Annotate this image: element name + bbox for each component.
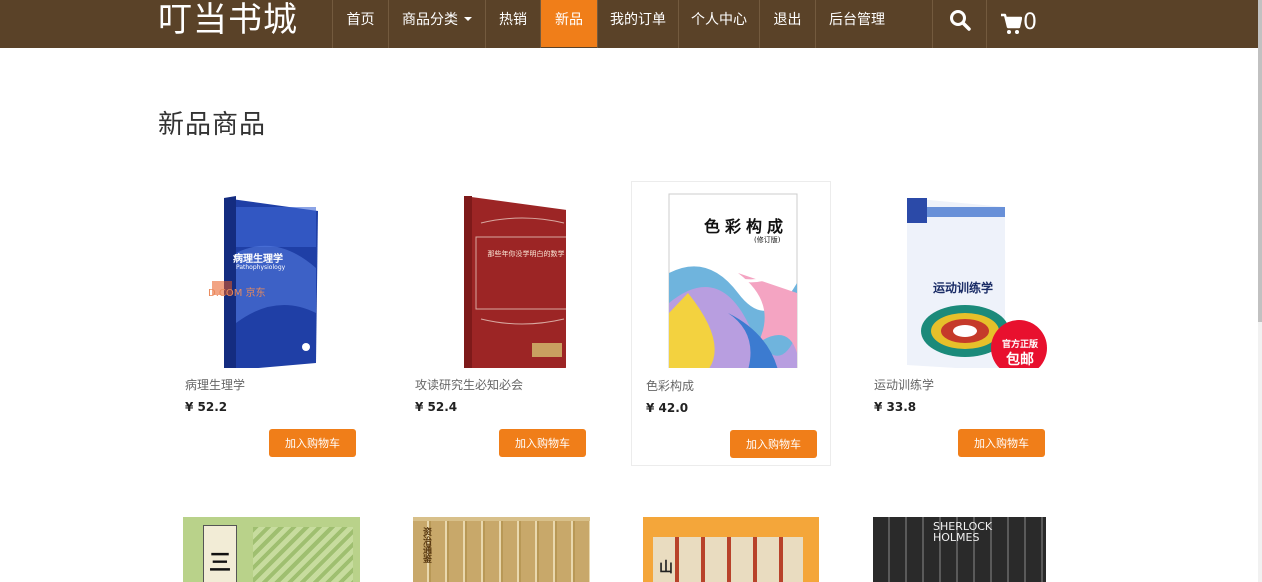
nav-my-orders[interactable]: 我的订单 [598,0,678,48]
nav-new-label: 新品 [555,12,583,28]
product-image[interactable]: 病理生理学 Pathophysiology D.COM 京东 [206,193,336,368]
add-to-cart-button[interactable]: 加入购物车 [730,430,817,458]
nav-hot[interactable]: 热销 [486,0,540,48]
product-image[interactable]: 三 [183,517,360,582]
cover-title: SHERLOCK HOLMES [933,520,993,544]
product-price: ¥ 52.4 [415,400,458,414]
nav-divider [932,0,933,48]
search-icon[interactable] [948,8,972,32]
product-image[interactable]: 那些年你没学明白的数学 [436,193,566,368]
product-image[interactable]: 山 [643,517,819,582]
product-price: ¥ 42.0 [646,401,689,415]
product-name[interactable]: 运动训练学 [874,376,934,393]
nav-categories-label: 商品分类 [402,12,458,28]
nav-categories-dropdown[interactable]: 商品分类 [389,0,485,48]
brand-logo[interactable]: 叮当书城 [158,0,298,40]
nav-admin-label: 后台管理 [829,12,885,28]
nav-home[interactable]: 首页 [333,0,388,48]
product-card[interactable]: 病理生理学 Pathophysiology D.COM 京东 病理生理学 ¥ 5… [171,181,371,466]
nav-admin[interactable]: 后台管理 [816,0,898,48]
nav-divider [986,0,987,48]
cover-title: 三 [209,551,232,576]
product-name[interactable]: 病理生理学 [185,376,245,393]
top-navbar: 叮当书城 首页 商品分类 热销 新品 我的订单 个人中心 退出 后台管理 0 [0,0,1258,48]
cover-title: 病理生理学 [233,254,283,265]
nav-hot-label: 热销 [499,12,527,28]
cover-title: 资治通鉴 [421,527,431,563]
nav-profile[interactable]: 个人中心 [679,0,759,48]
scrollbar-thumb[interactable] [1258,0,1262,322]
cover-subtitle: Pathophysiology [236,264,286,271]
product-image[interactable]: SHERLOCK HOLMES [873,517,1046,582]
product-price: ¥ 52.2 [185,400,228,414]
nav-logout-label: 退出 [773,12,802,28]
product-card[interactable]: 运动训练学 官方正版 包邮 运动训练学 ¥ 33.8 加入购物车 [860,181,1060,466]
nav-home-label: 首页 [346,12,375,28]
product-card[interactable]: 色彩构成 (修订版) 色彩构成 ¥ 42.0 加入购物车 [631,181,831,466]
product-image[interactable]: 资治通鉴 [413,517,590,582]
product-card[interactable]: 那些年你没学明白的数学 攻读研究生必知必会 ¥ 52.4 加入购物车 [401,181,601,466]
product-name[interactable]: 攻读研究生必知必会 [415,376,523,393]
cover-badge-line2: 包邮 [1006,352,1034,368]
cart-count: 0 [1023,10,1037,35]
product-name[interactable]: 色彩构成 [646,377,694,394]
cover-title: 运动训练学 [933,281,994,295]
cover-title: 色彩构成 [704,217,789,236]
page-title: 新品商品 [158,110,267,140]
cover-subtitle: (修订版) [754,236,781,244]
add-to-cart-button[interactable]: 加入购物车 [269,429,356,457]
product-price: ¥ 33.8 [874,400,917,414]
cover-watermark: D.COM 京东 [208,288,266,299]
nav-new[interactable]: 新品 [541,0,597,47]
add-to-cart-button[interactable]: 加入购物车 [958,429,1045,457]
nav-logout[interactable]: 退出 [760,0,815,48]
cover-title: 那些年你没学明白的数学 [487,250,565,258]
cart-button[interactable]: 0 [1000,6,1037,36]
add-to-cart-button[interactable]: 加入购物车 [499,429,586,457]
product-image[interactable]: 色彩构成 (修订版) [668,193,798,368]
nav-my-orders-label: 我的订单 [610,12,666,28]
nav-profile-label: 个人中心 [691,12,747,28]
cover-title: 山 [659,560,673,576]
product-image[interactable]: 运动训练学 官方正版 包邮 [895,193,1055,368]
cart-icon [1001,13,1022,34]
caret-down-icon [464,17,472,21]
